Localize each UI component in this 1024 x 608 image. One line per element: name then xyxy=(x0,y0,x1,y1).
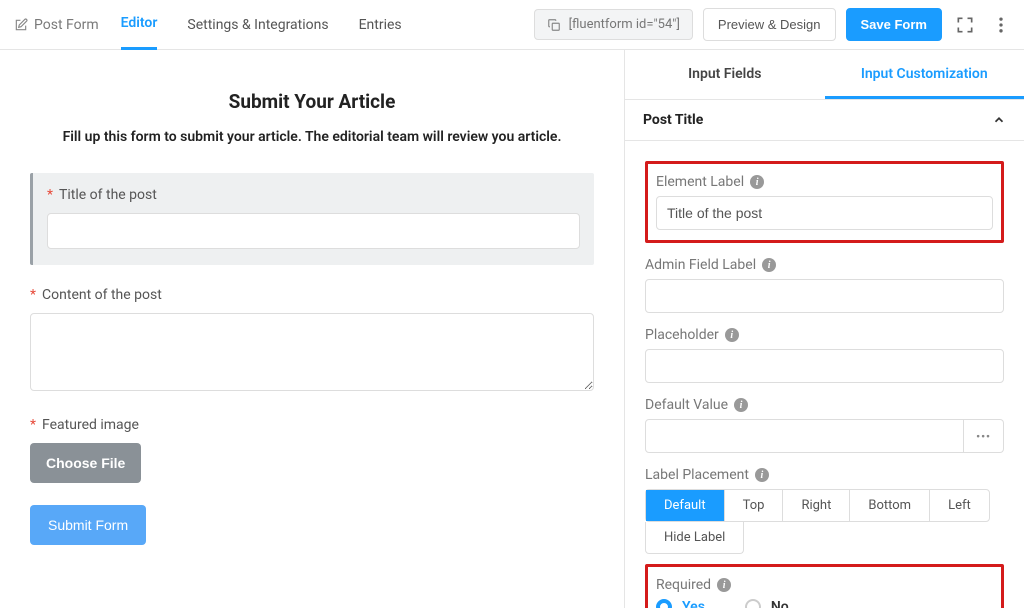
info-icon[interactable]: i xyxy=(755,468,769,482)
preview-button[interactable]: Preview & Design xyxy=(703,8,836,41)
field-title-label: * Title of the post xyxy=(47,187,580,203)
choose-file-button[interactable]: Choose File xyxy=(30,443,141,483)
submit-row: Submit Form xyxy=(30,505,594,545)
default-value-more[interactable]: ••• xyxy=(964,419,1004,453)
main-area: Submit Your Article Fill up this form to… xyxy=(0,50,1024,608)
prop-required: Required i Yes No xyxy=(656,577,993,608)
top-bar: Post Form Editor Settings & Integrations… xyxy=(0,0,1024,50)
required-radio-row: Yes No xyxy=(656,599,993,608)
required-star: * xyxy=(30,287,36,303)
field-content[interactable]: * Content of the post xyxy=(30,287,594,395)
form-canvas: Submit Your Article Fill up this form to… xyxy=(0,50,624,608)
shortcode-pill[interactable]: [fluentform id="54"] xyxy=(534,9,693,40)
seg-bottom[interactable]: Bottom xyxy=(850,490,930,521)
required-no[interactable]: No xyxy=(745,599,789,608)
tab-input-fields[interactable]: Input Fields xyxy=(625,50,825,99)
seg-default[interactable]: Default xyxy=(646,490,725,521)
field-featured-label: * Featured image xyxy=(30,417,594,433)
submit-button[interactable]: Submit Form xyxy=(30,505,146,545)
prop-element-label: Element Label i xyxy=(656,174,993,230)
label-placement-row1: Default Top Right Bottom Left xyxy=(645,489,990,522)
field-featured[interactable]: * Featured image Choose File xyxy=(30,417,594,483)
tab-settings[interactable]: Settings & Integrations xyxy=(187,1,328,49)
element-label-input[interactable] xyxy=(656,196,993,230)
seg-left[interactable]: Left xyxy=(930,490,989,521)
topbar-left: Post Form Editor Settings & Integrations… xyxy=(14,0,432,50)
tab-entries[interactable]: Entries xyxy=(359,1,402,49)
chevron-up-icon xyxy=(992,113,1006,127)
prop-placeholder-label: Placeholder i xyxy=(645,327,1004,343)
more-icon[interactable] xyxy=(988,12,1014,38)
tab-editor[interactable]: Editor xyxy=(121,0,158,50)
sidebar-tabs: Input Fields Input Customization xyxy=(625,50,1024,100)
info-icon[interactable]: i xyxy=(717,578,731,592)
prop-element-label-label: Element Label i xyxy=(656,174,993,190)
seg-top[interactable]: Top xyxy=(725,490,784,521)
breadcrumb: Post Form xyxy=(14,17,99,33)
field-content-label: * Content of the post xyxy=(30,287,594,303)
required-yes[interactable]: Yes xyxy=(656,599,705,608)
prop-label-placement: Label Placement i Default Top Right Bott… xyxy=(645,467,1004,554)
save-button[interactable]: Save Form xyxy=(846,8,942,41)
required-star: * xyxy=(30,417,36,433)
highlight-required: Required i Yes No xyxy=(645,564,1004,608)
form-description: Fill up this form to submit your article… xyxy=(30,129,594,145)
breadcrumb-label: Post Form xyxy=(34,17,99,33)
label-placement-row2: Hide Label xyxy=(645,522,744,554)
default-value-input[interactable] xyxy=(645,419,964,453)
shortcode-text: [fluentform id="54"] xyxy=(569,17,680,32)
copy-icon xyxy=(547,18,561,32)
prop-default-value: Default Value i ••• xyxy=(645,397,1004,453)
prop-required-label: Required i xyxy=(656,577,993,593)
panel-title: Post Title xyxy=(643,112,703,128)
required-star: * xyxy=(47,187,53,203)
highlight-element-label: Element Label i xyxy=(645,161,1004,243)
placeholder-input[interactable] xyxy=(645,349,1004,383)
panel-body: Element Label i Admin Field Label i Plac… xyxy=(625,141,1024,608)
radio-dot-off xyxy=(745,599,761,608)
prop-label-placement-label: Label Placement i xyxy=(645,467,1004,483)
panel-header[interactable]: Post Title xyxy=(625,100,1024,141)
form-title: Submit Your Article xyxy=(30,90,594,113)
info-icon[interactable]: i xyxy=(762,258,776,272)
prop-placeholder: Placeholder i xyxy=(645,327,1004,383)
prop-admin-label: Admin Field Label i xyxy=(645,257,1004,313)
seg-right[interactable]: Right xyxy=(783,490,850,521)
field-title-input[interactable] xyxy=(47,213,580,249)
topbar-right: [fluentform id="54"] Preview & Design Sa… xyxy=(534,8,1014,41)
info-icon[interactable]: i xyxy=(734,398,748,412)
field-title[interactable]: * Title of the post xyxy=(30,173,594,265)
prop-admin-label-label: Admin Field Label i xyxy=(645,257,1004,273)
fullscreen-icon[interactable] xyxy=(952,12,978,38)
info-icon[interactable]: i xyxy=(750,175,764,189)
edit-icon xyxy=(14,18,28,32)
sidebar: Input Fields Input Customization Post Ti… xyxy=(624,50,1024,608)
seg-hide[interactable]: Hide Label xyxy=(646,522,743,553)
field-content-textarea[interactable] xyxy=(30,313,594,391)
tab-input-customization[interactable]: Input Customization xyxy=(825,50,1024,99)
info-icon[interactable]: i xyxy=(725,328,739,342)
admin-label-input[interactable] xyxy=(645,279,1004,313)
radio-dot-on xyxy=(656,599,672,608)
prop-default-value-label: Default Value i xyxy=(645,397,1004,413)
